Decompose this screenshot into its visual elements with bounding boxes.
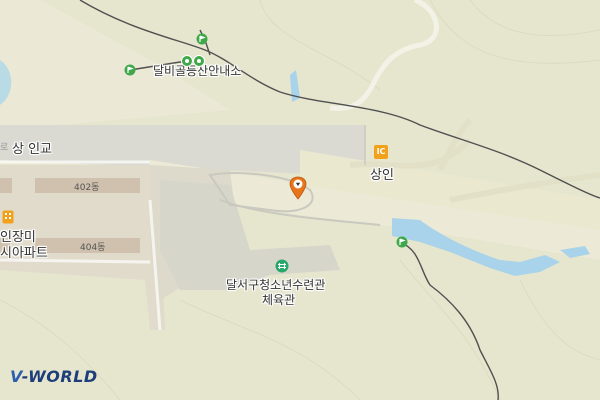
apartment-icon[interactable] (2, 210, 14, 224)
hiking-flag-icon[interactable] (180, 54, 206, 68)
road-label: 로 (0, 143, 9, 153)
logo-prefix: V (10, 367, 22, 386)
building-404-label: 404동 (80, 243, 106, 253)
trail-flag-icon[interactable] (124, 64, 136, 76)
trail-flag-icon[interactable] (396, 236, 408, 248)
vworld-logo: V-WORLD (10, 367, 98, 386)
trail-flag-icon[interactable] (196, 33, 208, 45)
logo-rest: -WORLD (21, 367, 98, 386)
ic-name-label[interactable]: 상인 (370, 164, 394, 183)
location-pin-icon[interactable] (289, 176, 307, 200)
building-402-label: 402동 (74, 183, 100, 193)
map-view[interactable]: 달비골등산안내소 상 인교 로 상인 402동 404동 인장미 시아파트 달서… (0, 0, 600, 400)
bridge-label[interactable]: 상 인교 (12, 138, 52, 157)
ic-badge-icon[interactable]: IC (374, 145, 388, 159)
sports-facility-icon[interactable] (275, 259, 289, 273)
sports-center-label-line2[interactable]: 체육관 (262, 291, 295, 308)
apartment-label-line2[interactable]: 시아파트 (0, 242, 48, 261)
map-base (0, 0, 600, 400)
